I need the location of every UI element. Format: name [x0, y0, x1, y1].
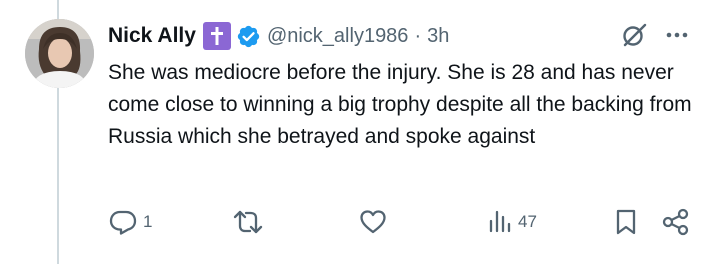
verified-badge-icon[interactable]	[236, 24, 261, 49]
retweet-icon	[233, 210, 263, 234]
tweet-header: Nick Ally @nick_ally1986 · 3h	[108, 18, 449, 54]
timestamp[interactable]: 3h	[427, 25, 449, 48]
avatar[interactable]	[25, 19, 94, 88]
share-button[interactable]	[661, 206, 691, 238]
share-icon	[662, 208, 689, 236]
more-icon[interactable]	[664, 24, 690, 46]
separator-dot: ·	[414, 24, 422, 47]
avatar-photo	[25, 19, 94, 88]
tweet-text: She was mediocre before the injury. She …	[108, 61, 692, 148]
bookmark-button[interactable]	[613, 206, 639, 238]
bookmark-icon	[616, 209, 636, 235]
reply-count: 1	[143, 212, 153, 231]
like-button[interactable]	[358, 206, 388, 238]
reply-button[interactable]: 1	[108, 206, 152, 238]
grok-icon[interactable]	[619, 20, 649, 50]
author-display-name[interactable]: Nick Ally	[108, 24, 196, 48]
views-icon	[489, 210, 511, 233]
views-count: 47	[518, 212, 537, 231]
views-button[interactable]: 47	[487, 206, 537, 238]
reply-icon	[109, 210, 137, 235]
author-handle[interactable]: @nick_ally1986	[267, 25, 409, 48]
latin-cross-icon	[202, 22, 231, 50]
retweet-button[interactable]	[231, 206, 265, 238]
heart-icon	[360, 210, 386, 234]
